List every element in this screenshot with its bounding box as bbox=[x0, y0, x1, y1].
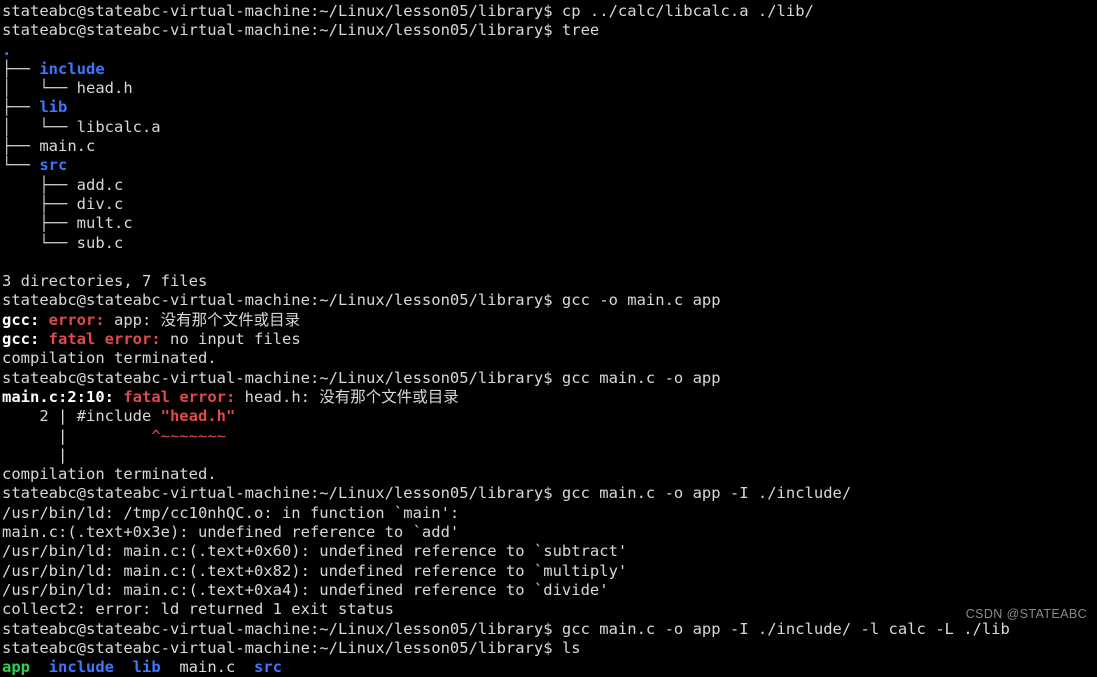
command-cp: cp ../calc/libcalc.a ./lib/ bbox=[561, 2, 814, 20]
terminal-line-command-tree: stateabc@stateabc-virtual-machine:~/Linu… bbox=[2, 21, 1097, 40]
gcc-terminated-line: compilation terminated. bbox=[2, 465, 217, 484]
tree-entry: ├── add.c bbox=[2, 175, 124, 194]
command-gcc-full: gcc main.c -o app -I ./include/ -l calc … bbox=[561, 619, 1010, 638]
gcc-error-line: gcc: error: app: 没有那个文件或目录 bbox=[2, 310, 301, 329]
terminal-line-command-ls: stateabc@stateabc-virtual-machine:~/Linu… bbox=[2, 639, 1097, 658]
ls-entry-src: src bbox=[254, 658, 283, 677]
shell-prompt: stateabc@stateabc-virtual-machine:~/Linu… bbox=[2, 291, 562, 310]
ld-error-line: /usr/bin/ld: /tmp/cc10nhQC.o: in functio… bbox=[2, 503, 460, 522]
terminal-line-command-cp: stateabc@stateabc-virtual-machine:~/Linu… bbox=[2, 2, 1097, 21]
tree-root: . bbox=[2, 40, 12, 59]
gcc-bar-line: | bbox=[2, 445, 68, 464]
ls-entry-include: include bbox=[48, 658, 114, 677]
shell-prompt: stateabc@stateabc-virtual-machine:~/Linu… bbox=[2, 21, 562, 40]
ld-error-line: /usr/bin/ld: main.c:(.text+0xa4): undefi… bbox=[2, 580, 609, 599]
gcc-terminated-line: compilation terminated. bbox=[2, 349, 217, 368]
tree-entry: └── sub.c bbox=[2, 233, 124, 252]
shell-prompt: stateabc@stateabc-virtual-machine:~/Linu… bbox=[2, 2, 562, 20]
gcc-source-snippet-line: 2 | #include "head.h" bbox=[2, 407, 236, 426]
watermark: CSDN @STATEABC bbox=[965, 606, 1087, 621]
terminal-line-command-gcc-no-include: stateabc@stateabc-virtual-machine:~/Linu… bbox=[2, 369, 1097, 388]
gcc-caret-line: | ^~~~~~~~ bbox=[2, 426, 226, 445]
ls-entry-main-c: main.c bbox=[179, 658, 236, 677]
tree-entry: └── src bbox=[2, 156, 68, 175]
gcc-error-line: gcc: fatal error: no input files bbox=[2, 330, 301, 349]
tree-entry: ├── main.c bbox=[2, 137, 96, 156]
terminal-line-command-gcc-with-include: stateabc@stateabc-virtual-machine:~/Linu… bbox=[2, 484, 1097, 503]
command-ls: ls bbox=[561, 638, 581, 657]
shell-prompt: stateabc@stateabc-virtual-machine:~/Linu… bbox=[2, 619, 562, 638]
command-gcc-no-include: gcc main.c -o app bbox=[561, 368, 721, 387]
tree-entry: ├── div.c bbox=[2, 194, 124, 213]
tree-entry: ├── lib bbox=[2, 98, 68, 117]
tree-blank-line bbox=[2, 253, 1097, 272]
terminal-line-command-gcc-full: stateabc@stateabc-virtual-machine:~/Linu… bbox=[2, 620, 1097, 639]
ls-entry-lib: lib bbox=[132, 658, 161, 677]
ld-error-line: /usr/bin/ld: main.c:(.text+0x82): undefi… bbox=[2, 561, 628, 580]
terminal-window[interactable]: stateabc@stateabc-virtual-machine:~/Linu… bbox=[0, 0, 1097, 676]
tree-entry: ├── include bbox=[2, 59, 105, 78]
ld-error-line: collect2: error: ld returned 1 exit stat… bbox=[2, 600, 394, 619]
tree-entry: │ └── libcalc.a bbox=[2, 117, 161, 136]
tree-entry: │ └── head.h bbox=[2, 79, 133, 98]
ls-entry-app: app bbox=[2, 658, 30, 677]
shell-prompt: stateabc@stateabc-virtual-machine:~/Linu… bbox=[2, 638, 562, 657]
shell-prompt: stateabc@stateabc-virtual-machine:~/Linu… bbox=[2, 484, 562, 503]
ld-error-line: main.c:(.text+0x3e): undefined reference… bbox=[2, 523, 460, 542]
gcc-fatal-error-line: main.c:2:10: fatal error: head.h: 没有那个文件… bbox=[2, 387, 459, 406]
terminal-line-command-gcc-bad-order: stateabc@stateabc-virtual-machine:~/Linu… bbox=[2, 291, 1097, 310]
ld-error-line: /usr/bin/ld: main.c:(.text+0x60): undefi… bbox=[2, 542, 628, 561]
tree-entry: ├── mult.c bbox=[2, 214, 133, 233]
caret-marker: ^~~~~~~~ bbox=[151, 426, 226, 445]
ls-output-row: app include lib main.c src bbox=[2, 658, 1097, 677]
tree-summary: 3 directories, 7 files bbox=[2, 272, 208, 291]
command-gcc-bad-order: gcc -o main.c app bbox=[561, 291, 721, 310]
shell-prompt: stateabc@stateabc-virtual-machine:~/Linu… bbox=[2, 368, 562, 387]
command-gcc-with-include: gcc main.c -o app -I ./include/ bbox=[561, 484, 852, 503]
command-tree: tree bbox=[561, 21, 600, 40]
